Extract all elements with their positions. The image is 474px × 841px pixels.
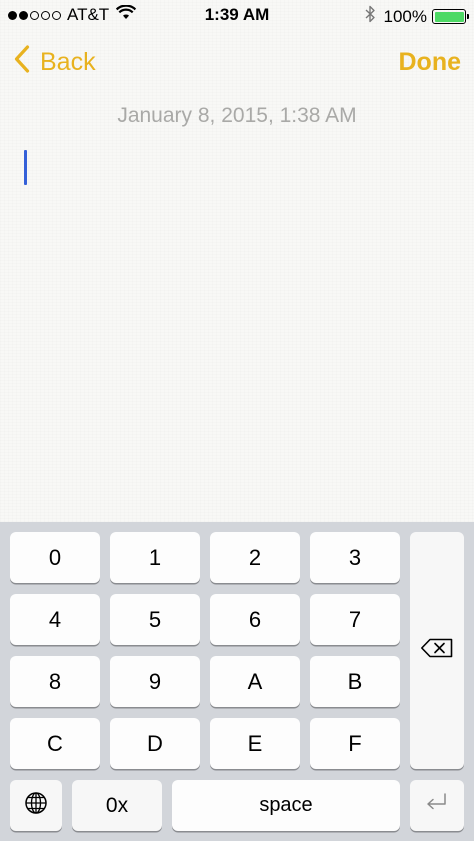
key-0[interactable]: 0 bbox=[10, 532, 100, 583]
back-button[interactable]: Back bbox=[14, 44, 96, 80]
key-9[interactable]: 9 bbox=[110, 656, 200, 707]
battery-fill bbox=[434, 11, 464, 22]
status-bar: AT&T 1:39 AM 100% bbox=[0, 0, 474, 32]
done-button[interactable]: Done bbox=[399, 44, 462, 80]
return-key[interactable] bbox=[410, 780, 464, 831]
return-icon bbox=[424, 792, 450, 820]
key-a[interactable]: A bbox=[210, 656, 300, 707]
key-b[interactable]: B bbox=[310, 656, 400, 707]
battery-percent: 100% bbox=[383, 6, 427, 26]
battery-icon bbox=[432, 9, 469, 24]
key-4[interactable]: 4 bbox=[10, 594, 100, 645]
back-label: Back bbox=[40, 47, 96, 76]
delete-icon bbox=[420, 638, 454, 664]
key-5[interactable]: 5 bbox=[110, 594, 200, 645]
hex-keyboard: 0 1 2 3 4 5 6 7 8 9 A B C D E F 0x space bbox=[0, 522, 474, 841]
key-c[interactable]: C bbox=[10, 718, 100, 769]
globe-icon bbox=[24, 791, 48, 821]
hex-prefix-key[interactable]: 0x bbox=[72, 780, 162, 831]
chevron-left-icon bbox=[14, 44, 30, 80]
delete-key[interactable] bbox=[410, 532, 464, 769]
key-6[interactable]: 6 bbox=[210, 594, 300, 645]
key-8[interactable]: 8 bbox=[10, 656, 100, 707]
globe-key[interactable] bbox=[10, 780, 62, 831]
key-d[interactable]: D bbox=[110, 718, 200, 769]
status-right: 100% bbox=[365, 5, 469, 28]
space-key[interactable]: space bbox=[172, 780, 400, 831]
key-7[interactable]: 7 bbox=[310, 594, 400, 645]
key-1[interactable]: 1 bbox=[110, 532, 200, 583]
key-2[interactable]: 2 bbox=[210, 532, 300, 583]
note-date: January 8, 2015, 1:38 AM bbox=[117, 104, 357, 127]
battery-tip bbox=[466, 14, 469, 19]
key-e[interactable]: E bbox=[210, 718, 300, 769]
key-3[interactable]: 3 bbox=[310, 532, 400, 583]
key-f[interactable]: F bbox=[310, 718, 400, 769]
bluetooth-icon bbox=[365, 5, 376, 28]
note-text-area[interactable] bbox=[22, 148, 452, 508]
text-cursor bbox=[24, 150, 27, 185]
